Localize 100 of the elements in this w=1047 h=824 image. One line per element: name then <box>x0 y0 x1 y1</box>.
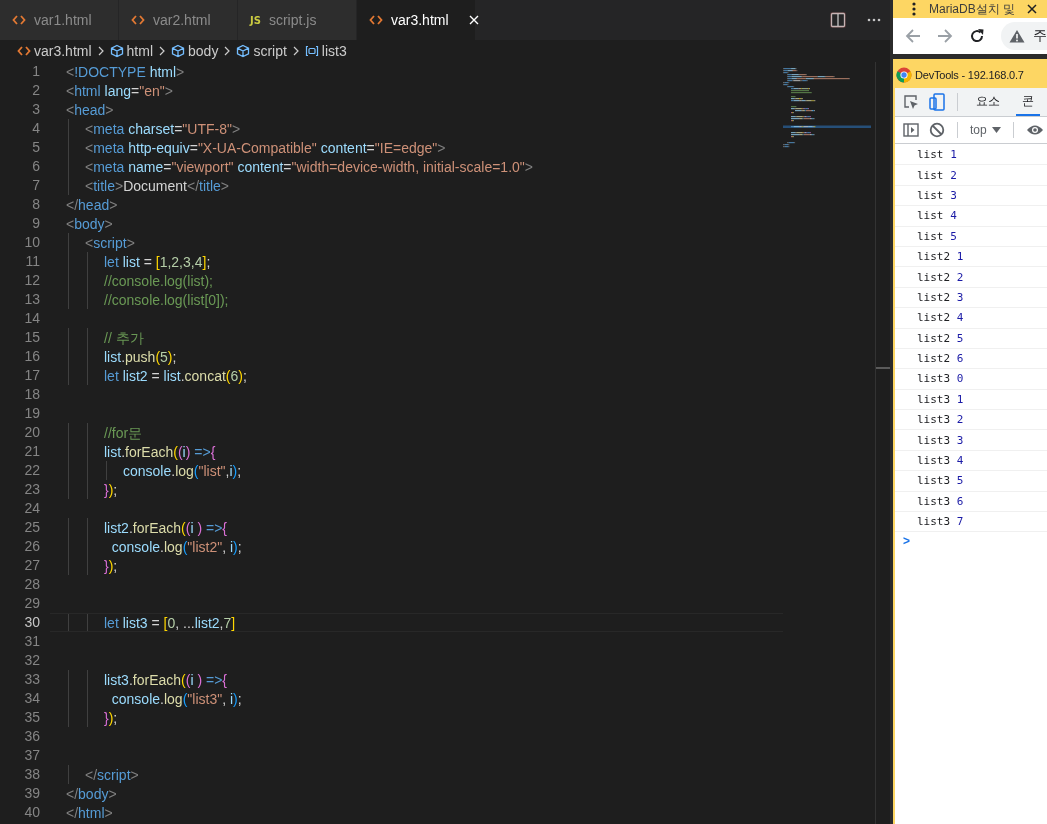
code-brackets-icon <box>369 13 383 27</box>
breadcrumb-item[interactable]: list3 <box>304 43 347 59</box>
line-number: 1 <box>31 62 41 81</box>
code-line: }); <box>103 710 118 726</box>
inspect-cursor-icon[interactable] <box>903 94 919 110</box>
line-number: 40 <box>23 803 41 822</box>
code-line: <meta http-equiv="X-UA-Compatible" content="IE=edge"> <box>84 140 446 156</box>
breadcrumb-item[interactable]: script <box>236 43 287 59</box>
close-icon[interactable] <box>1027 4 1037 14</box>
console-message: list 1 <box>917 148 957 162</box>
editor-tab[interactable]: var2.html <box>119 0 238 40</box>
console-prompt[interactable]: > <box>895 532 913 551</box>
code-line: list2.forEach((i ) =>{ <box>103 520 227 536</box>
line-number: 11 <box>24 252 41 271</box>
code-line: <html lang="en"> <box>66 83 173 99</box>
line-number: 8 <box>31 195 41 214</box>
cube-icon <box>236 44 251 58</box>
line-number: 13 <box>23 290 41 309</box>
line-number: 14 <box>23 309 41 328</box>
eye-icon[interactable] <box>1025 124 1044 136</box>
console-message: list2 1 <box>917 250 964 264</box>
back-arrow-icon[interactable] <box>905 28 921 44</box>
code-line: </head> <box>66 197 118 213</box>
code-line: <body> <box>66 216 113 232</box>
caret-down-icon <box>991 127 1001 133</box>
line-number: 19 <box>23 404 41 423</box>
line-number: 5 <box>31 138 41 157</box>
editor-tab[interactable]: JS script.js <box>238 0 357 40</box>
line-number: 21 <box>23 442 41 461</box>
cube-icon <box>171 44 186 58</box>
line-number: 26 <box>23 537 41 556</box>
code-line: let list = [1,2,3,4]; <box>103 254 211 270</box>
minimap-drawing[interactable] <box>783 66 871 150</box>
console-message: list2 6 <box>917 352 964 366</box>
forward-arrow-icon[interactable] <box>937 28 953 44</box>
console-message: list2 5 <box>917 331 964 345</box>
reload-icon[interactable] <box>969 28 985 44</box>
line-number: 33 <box>23 670 41 689</box>
js-file-icon: JS <box>250 14 261 26</box>
kebab-menu-icon[interactable] <box>911 1 917 17</box>
console-message: list3 2 <box>917 413 964 427</box>
console-message: list 5 <box>917 229 957 243</box>
console-message: list 4 <box>917 209 957 223</box>
device-toggle-icon[interactable] <box>929 93 945 111</box>
context-dropdown[interactable]: top <box>970 117 1001 143</box>
line-number: 15 <box>23 328 41 347</box>
line-number: 9 <box>31 214 41 233</box>
code-line: }); <box>103 558 118 574</box>
code-line: <title>Document</title> <box>84 178 230 194</box>
console-message: list3 7 <box>917 515 964 529</box>
code-line: // 추가 <box>103 330 144 346</box>
line-number: 17 <box>23 366 41 385</box>
chevron-right-icon <box>96 45 105 57</box>
devtools-tab[interactable]: 요소 <box>970 88 1006 116</box>
code-brackets-icon <box>12 13 26 27</box>
code-line: <head> <box>66 102 114 118</box>
console-message: list3 3 <box>917 433 964 447</box>
code-line: list3.forEach((i ) =>{ <box>103 672 227 688</box>
line-number: 20 <box>23 423 41 442</box>
line-number: 7 <box>31 176 41 195</box>
line-number: 16 <box>23 347 41 366</box>
line-number: 18 <box>23 385 41 404</box>
console-message: list 2 <box>917 168 957 182</box>
code-line: <meta charset="UTF-8"> <box>84 121 241 137</box>
warning-icon <box>1009 29 1025 43</box>
chevron-right-icon <box>158 45 167 57</box>
sidebar-toggle-icon[interactable] <box>903 122 919 138</box>
code-line: console.log("list3", i); <box>110 691 242 707</box>
code-brackets-icon <box>131 13 145 27</box>
address-bar[interactable]: 주 <box>1001 22 1047 50</box>
breadcrumb-item[interactable]: html <box>109 43 154 59</box>
block-icon[interactable] <box>929 122 945 138</box>
console-message: list2 2 <box>917 270 964 284</box>
editor-tab[interactable]: var3.html <box>357 0 476 40</box>
line-number: 31 <box>23 632 41 651</box>
breadcrumb-item[interactable]: body <box>171 43 219 59</box>
code-line: let list3 = [0, ...list2,7] <box>103 615 236 631</box>
console-message: list3 6 <box>917 494 964 508</box>
code-line: </html> <box>66 805 113 821</box>
line-number: 24 <box>23 499 41 518</box>
line-number: 32 <box>23 651 41 670</box>
split-editor-icon[interactable] <box>830 12 846 28</box>
line-number: 34 <box>23 689 41 708</box>
variable-icon <box>304 44 319 58</box>
console-message: list3 1 <box>917 392 964 406</box>
line-number: 36 <box>23 727 41 746</box>
line-number: 2 <box>31 81 41 100</box>
line-number: 37 <box>23 746 41 765</box>
editor-tab[interactable]: var1.html <box>0 0 119 40</box>
line-number: 4 <box>31 119 41 138</box>
line-number: 28 <box>23 575 41 594</box>
code-line: let list2 = list.concat(6); <box>103 368 247 384</box>
line-number: 25 <box>23 518 41 537</box>
line-number: 23 <box>23 480 41 499</box>
devtools-tab[interactable]: 콘 <box>1016 88 1040 116</box>
line-number: 39 <box>23 784 41 803</box>
breadcrumb-item[interactable]: var3.html <box>17 43 92 59</box>
code-line: //console.log(list); <box>103 273 213 289</box>
scrollbar[interactable] <box>875 62 890 824</box>
window-title: DevTools - 192.168.0.7 <box>915 68 1024 81</box>
